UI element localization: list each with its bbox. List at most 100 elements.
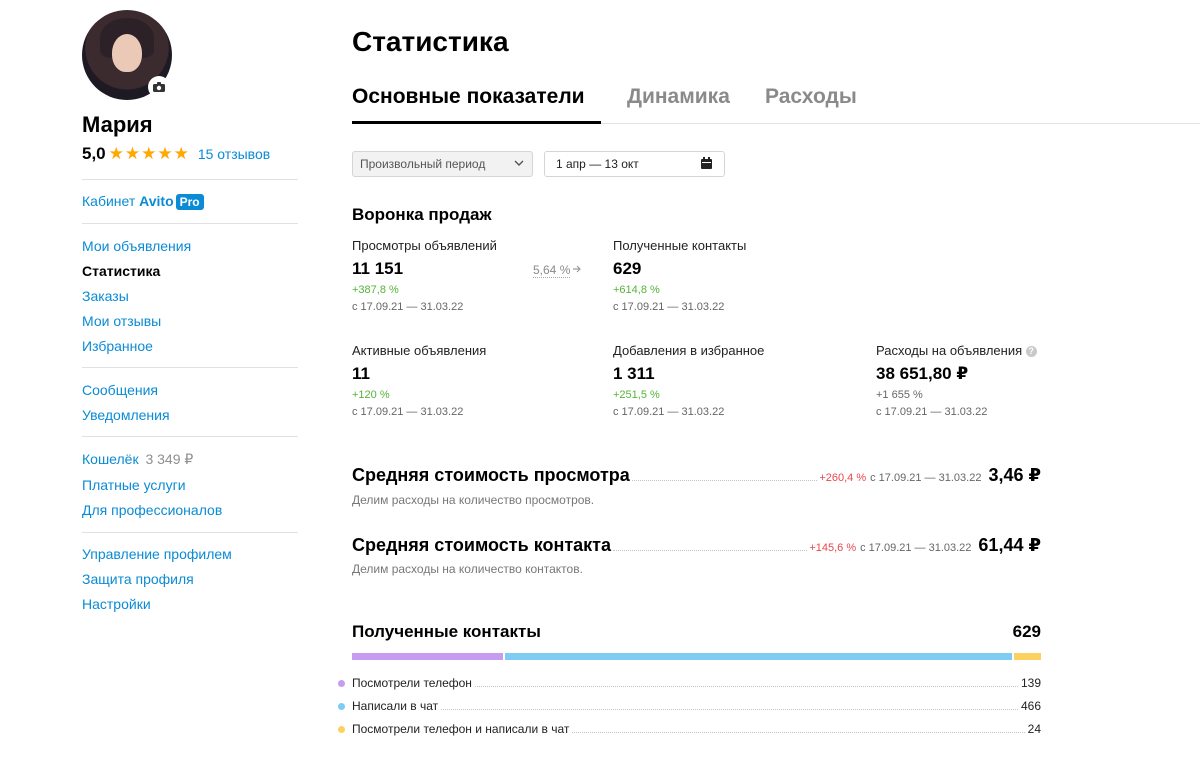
camera-icon[interactable] [148,76,170,98]
contacts-breakdown-title: Полученные контакты [352,622,541,641]
legend-dot [338,703,345,710]
contacts-bar-segment [505,653,1012,660]
sidebar-item-profile-management[interactable]: Управление профилем [82,546,232,562]
active-tab-indicator [352,121,601,124]
avg-contact-cost-desc: Делим расходы на количество контактов. [352,562,583,576]
date-range-picker[interactable]: 1 апр — 13 окт [544,151,725,177]
metric-period-favorites: с 17.09.21 — 31.03.22 [613,406,725,418]
avg-contact-cost-row: Средняя стоимость контакта +145,6 % с 17… [352,535,1041,556]
legend-value: 466 [1020,699,1041,713]
metric-label-views: Просмотры объявлений [352,238,497,253]
legend-label: Посмотрели телефон [352,676,472,690]
avg-view-cost-value: 3,46 ₽ [988,465,1041,485]
funnel-title: Воронка продаж [352,205,492,224]
sidebar-item-settings[interactable]: Настройки [82,596,151,612]
pro-badge: Pro [175,194,204,210]
metric-period-contacts: с 17.09.21 — 31.03.22 [613,301,725,313]
contacts-bar-segment [1014,653,1041,660]
avg-view-cost-row: Средняя стоимость просмотра +260,4 % с 1… [352,465,1041,486]
rating-value: 5,0 [82,144,106,163]
legend-value: 24 [1027,722,1041,736]
metric-change-expenses: +1 655 % [876,389,923,401]
legend-label: Посмотрели телефон и написали в чат [352,722,570,736]
wallet-amount: 3 349 ₽ [145,451,194,467]
legend-row: Посмотрели телефон и написали в чат 24 [352,722,1041,736]
avg-contact-cost-period: с 17.09.21 — 31.03.22 [860,542,972,554]
metric-change-views: +387,8 % [352,284,399,296]
sidebar-item-paid-services[interactable]: Платные услуги [82,477,186,493]
arrow-right-icon [572,261,582,279]
divider [82,179,298,180]
metric-change-active-ads: +120 % [352,389,390,401]
sidebar-item-messages[interactable]: Сообщения [82,382,158,398]
metric-value-contacts: 629 [613,259,642,278]
dotted-leader [572,732,1025,733]
sidebar-item-profile-protection[interactable]: Защита профиля [82,571,194,587]
dotted-leader [441,709,1018,710]
metric-change-contacts: +614,8 % [613,284,660,296]
metric-label-favorites: Добавления в избранное [613,343,765,358]
avg-view-cost-period: с 17.09.21 — 31.03.22 [870,472,982,484]
metric-change-favorites: +251,5 % [613,389,660,401]
rating-row: 5,0 ★★★★★ 15 отзывов [82,144,270,164]
page-title: Статистика [352,26,509,57]
period-select[interactable]: Произвольный период [352,151,533,177]
avatar-face [112,34,142,72]
sidebar-item-favorites[interactable]: Избранное [82,338,153,354]
divider [82,223,298,224]
metric-period-views: с 17.09.21 — 31.03.22 [352,301,464,313]
sidebar-item-my-ads[interactable]: Мои объявления [82,238,191,254]
chevron-down-icon [514,157,524,171]
help-icon[interactable]: ? [1025,346,1037,357]
metric-value-expenses: 38 651,80 ₽ [876,364,969,383]
avg-contact-cost-title: Средняя стоимость контакта [352,535,611,555]
period-select-value: Произвольный период [360,157,486,171]
metric-value-active-ads: 11 [352,364,370,383]
dotted-leader [631,480,818,481]
metric-value-favorites: 1 311 [613,364,655,383]
metric-value-views: 11 151 [352,259,404,278]
avg-view-cost-desc: Делим расходы на количество просмотров. [352,493,595,507]
dotted-leader [474,686,1018,687]
metric-label-active-ads: Активные объявления [352,343,487,358]
tab-dynamics[interactable]: Динамика [627,85,730,109]
divider [82,436,298,437]
avg-contact-cost-change: +145,6 % [809,542,857,554]
metric-label-contacts: Полученные контакты [613,238,747,253]
star-rating-icon: ★★★★★ [108,144,190,163]
profile-name: Мария [82,112,153,137]
dotted-leader [613,550,808,551]
wallet-label: Кошелёк [82,451,139,467]
calendar-icon [701,157,712,172]
date-range-value: 1 апр — 13 окт [556,157,639,171]
sidebar-item-my-reviews[interactable]: Мои отзывы [82,313,161,329]
reviews-link[interactable]: 15 отзывов [198,146,270,162]
contacts-breakdown-total: 629 [1012,622,1041,641]
cabinet-prefix: Кабинет [82,193,136,209]
sidebar-item-notifications[interactable]: Уведомления [82,407,170,423]
divider [82,367,298,368]
sidebar-item-wallet[interactable]: Кошелёк 3 349 ₽ [82,451,193,468]
legend-label: Написали в чат [352,699,439,713]
conversion-rate[interactable]: 5,64 % [533,261,582,279]
legend-dot [338,726,345,733]
metric-label-expenses: Расходы на объявления ? [876,343,1037,358]
legend-row: Написали в чат 466 [352,699,1041,713]
metric-period-active-ads: с 17.09.21 — 31.03.22 [352,406,464,418]
legend-dot [338,680,345,687]
avito-logo-text: Avito [139,193,174,209]
avg-view-cost-change: +260,4 % [819,472,867,484]
sidebar-item-for-professionals[interactable]: Для профессионалов [82,502,222,518]
avg-contact-cost-value: 61,44 ₽ [978,535,1041,555]
legend-value: 139 [1020,676,1041,690]
metric-label-expenses-text: Расходы на объявления [876,343,1023,358]
divider [82,532,298,533]
tab-main-indicators[interactable]: Основные показатели [352,85,585,109]
avito-pro-cabinet-link[interactable]: Кабинет Avito Pro [82,193,204,210]
metric-period-expenses: с 17.09.21 — 31.03.22 [876,406,988,418]
tab-expenses[interactable]: Расходы [765,85,857,109]
sidebar-item-statistics[interactable]: Статистика [82,263,160,279]
conversion-value: 5,64 % [533,262,571,278]
avg-view-cost-title: Средняя стоимость просмотра [352,465,630,485]
sidebar-item-orders[interactable]: Заказы [82,288,129,304]
